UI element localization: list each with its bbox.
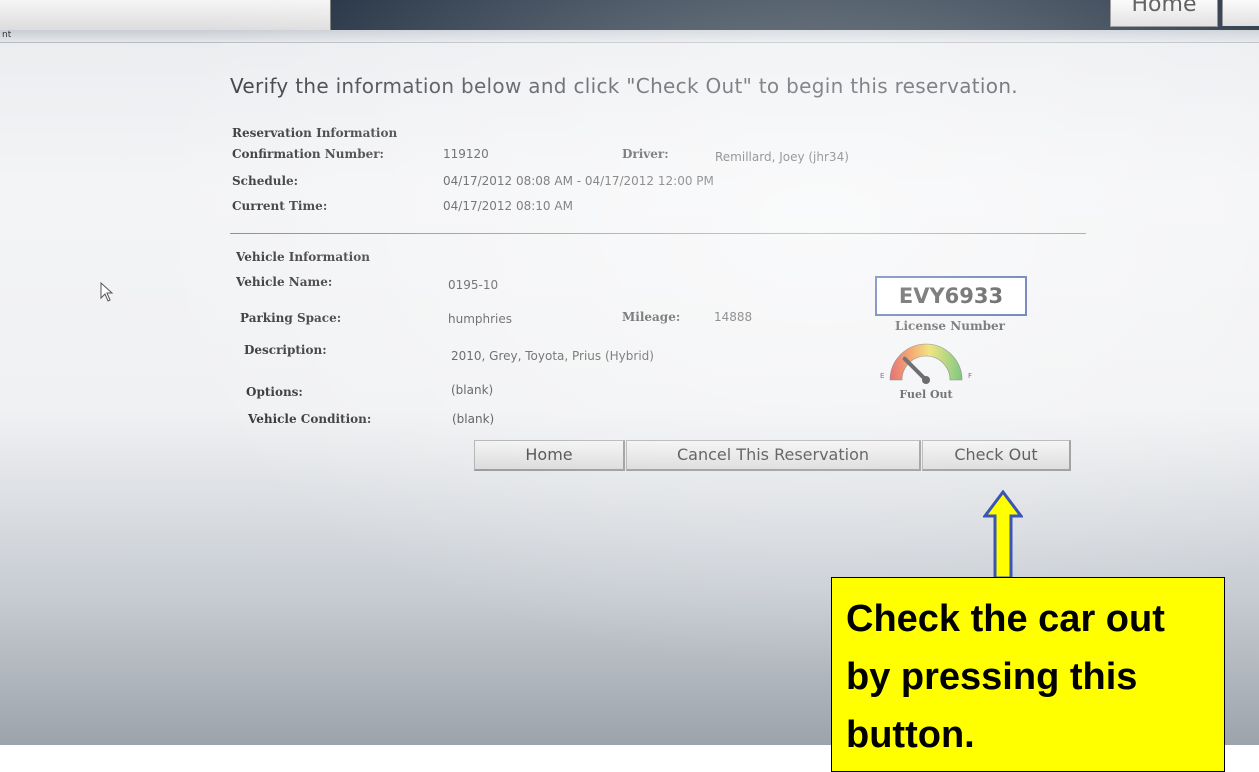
- fuel-out-caption: Fuel Out: [899, 388, 953, 401]
- options-label: Options:: [246, 385, 303, 399]
- fuel-empty-label: E: [880, 372, 884, 380]
- license-number-caption: License Number: [895, 319, 1005, 333]
- driver-label: Driver:: [622, 147, 669, 161]
- instruction-callout-box: Check the car out by pressing this butto…: [831, 577, 1225, 772]
- driver-value: Remillard, Joey (jhr34): [715, 150, 849, 164]
- parking-space-label: Parking Space:: [240, 311, 342, 325]
- confirmation-number-value: 119120: [443, 147, 489, 161]
- sub-toolbar: nt: [0, 30, 1259, 43]
- top-home-tab-label: Home: [1131, 0, 1197, 17]
- mouse-pointer-icon: [100, 282, 114, 302]
- current-time-value: 04/17/2012 08:10 AM: [443, 199, 573, 213]
- current-time-label: Current Time:: [232, 199, 328, 213]
- confirmation-number-label: Confirmation Number:: [232, 147, 384, 161]
- top-home-tab[interactable]: Home: [1110, 0, 1218, 27]
- reservation-section-title: Reservation Information: [232, 126, 398, 140]
- mileage-value: 14888: [714, 310, 753, 324]
- top-right-tab[interactable]: [1222, 0, 1259, 26]
- vehicle-condition-value: (blank): [452, 412, 495, 426]
- description-label: Description:: [244, 343, 327, 357]
- fuel-full-label: F: [968, 372, 972, 380]
- vehicle-name-value: 0195-10: [448, 278, 499, 292]
- parking-space-value: humphries: [448, 312, 513, 326]
- vehicle-name-label: Vehicle Name:: [236, 275, 333, 289]
- home-button[interactable]: Home: [474, 440, 625, 471]
- sub-toolbar-label: nt: [2, 30, 12, 40]
- fuel-gauge-icon: E F: [880, 343, 972, 384]
- top-left-tab[interactable]: [0, 0, 331, 30]
- vehicle-condition-label: Vehicle Condition:: [248, 412, 372, 426]
- top-navigation-bar: Home: [0, 0, 1259, 30]
- check-out-button[interactable]: Check Out: [922, 440, 1071, 471]
- mileage-label: Mileage:: [622, 310, 681, 324]
- fuel-gauge-needle: [902, 356, 928, 382]
- up-arrow-icon: [983, 490, 1023, 580]
- options-value: (blank): [451, 383, 494, 397]
- section-divider: [230, 233, 1086, 234]
- license-plate-badge: EVY6933: [875, 276, 1027, 316]
- schedule-value: 04/17/2012 08:08 AM - 04/17/2012 12:00 P…: [443, 174, 714, 188]
- cancel-reservation-button[interactable]: Cancel This Reservation: [626, 440, 921, 471]
- schedule-label: Schedule:: [232, 174, 299, 188]
- description-value: 2010, Grey, Toyota, Prius (Hybrid): [451, 349, 654, 363]
- vehicle-section-title: Vehicle Information: [236, 250, 370, 264]
- page-instruction-heading: Verify the information below and click "…: [230, 74, 1018, 98]
